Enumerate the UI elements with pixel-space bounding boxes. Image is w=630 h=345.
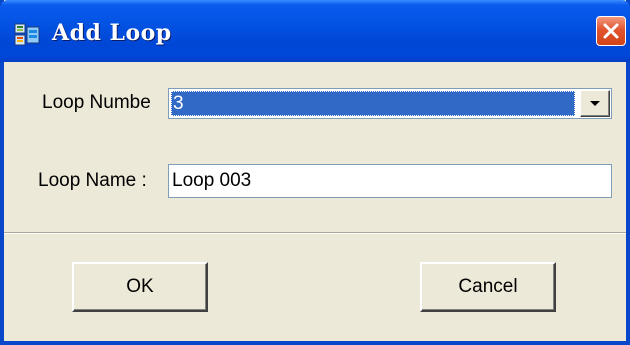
chevron-down-icon bbox=[590, 101, 600, 106]
dropdown-arrow-button[interactable] bbox=[580, 90, 610, 117]
title-bar[interactable]: Add Loop bbox=[0, 0, 630, 62]
loop-name-input[interactable] bbox=[168, 164, 612, 198]
loop-number-label: Loop Numbe bbox=[42, 92, 151, 113]
ok-button[interactable]: OK bbox=[72, 262, 208, 312]
close-button[interactable] bbox=[596, 16, 626, 46]
app-icon bbox=[14, 23, 40, 47]
loop-number-value: 3 bbox=[171, 91, 575, 116]
window-title: Add Loop bbox=[52, 20, 172, 46]
loop-number-dropdown[interactable]: 3 bbox=[168, 88, 612, 119]
cancel-button[interactable]: Cancel bbox=[420, 262, 556, 312]
close-icon bbox=[603, 23, 619, 39]
add-loop-dialog: Add Loop Loop Numbe 3 Loop Name : OK Can… bbox=[0, 0, 630, 345]
loop-name-label: Loop Name : bbox=[38, 170, 147, 191]
separator bbox=[4, 232, 626, 234]
